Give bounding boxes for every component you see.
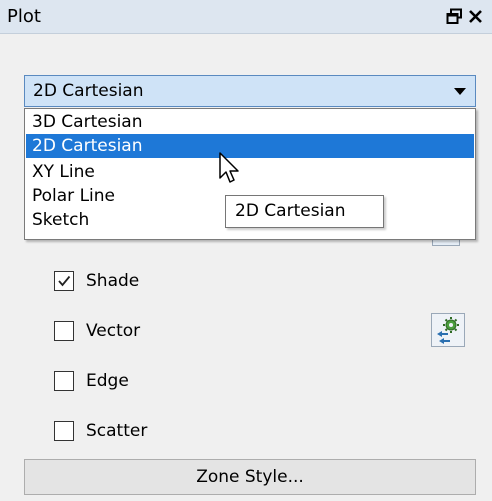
shade-label: Shade (86, 271, 140, 291)
plot-type-selected-value: 2D Cartesian (33, 81, 144, 101)
vector-settings-button[interactable] (431, 313, 465, 347)
vector-label: Vector (86, 321, 141, 341)
shade-checkbox[interactable] (54, 271, 74, 291)
scatter-label: Scatter (86, 421, 148, 441)
panel-title-bar: Plot (0, 0, 492, 34)
float-window-icon[interactable] (446, 8, 463, 25)
dropdown-option-2d-cartesian[interactable]: 2D Cartesian (26, 134, 474, 158)
option-tooltip: 2D Cartesian (225, 195, 384, 228)
close-icon[interactable] (467, 8, 484, 25)
dropdown-option-xy-line[interactable]: XY Line (26, 160, 474, 184)
plot-type-combobox[interactable]: 2D Cartesian (24, 75, 476, 107)
checkmark-icon (58, 275, 71, 287)
edge-label: Edge (86, 371, 129, 391)
gear-arrows-icon (437, 317, 459, 344)
panel-title: Plot (7, 6, 41, 27)
mouse-pointer-icon (218, 152, 244, 186)
edge-checkbox[interactable] (54, 371, 74, 391)
vector-checkbox[interactable] (54, 321, 74, 341)
chevron-down-icon[interactable] (454, 88, 466, 95)
zone-style-button[interactable]: Zone Style... (24, 459, 476, 495)
plot-panel: Plot 2D Cartesian 3D Cartesian 2D Cartes… (0, 0, 492, 501)
dropdown-option-3d-cartesian[interactable]: 3D Cartesian (26, 110, 474, 134)
scatter-checkbox[interactable] (54, 421, 74, 441)
